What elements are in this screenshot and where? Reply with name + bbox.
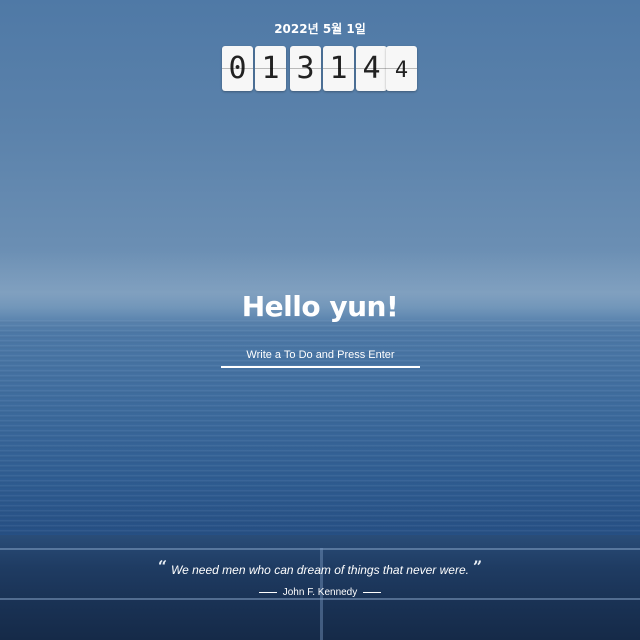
clock-digit-hour-ones: 1 [255,46,286,91]
quote-author-row: John F. Kennedy [0,587,640,598]
clock-digit-minute-ones: 1 [323,46,354,91]
todo-input[interactable] [221,344,420,368]
author-divider-right [363,592,382,593]
open-quote-icon: “ [157,557,168,576]
background-sea-image: 2022년 5월 1일 0 1 3 1 4 4 Hello yun! “We n… [0,0,640,640]
quote-text: We need men who can dream of things that… [171,563,469,577]
greeting-title: Hello yun! [241,290,399,323]
quote: “We need men who can dream of things tha… [0,557,640,578]
quote-author: John F. Kennedy [282,587,358,598]
clock-digit-hour-tens: 0 [222,46,253,91]
date-display: 2022년 5월 1일 [274,22,366,36]
close-quote-icon: ” [472,557,483,576]
clock-digit-second-tens: 4 [356,46,387,91]
clock-digit-minute-tens: 3 [290,46,321,91]
clock-digit-second-ones: 4 [386,46,417,91]
author-divider-left [258,592,277,593]
